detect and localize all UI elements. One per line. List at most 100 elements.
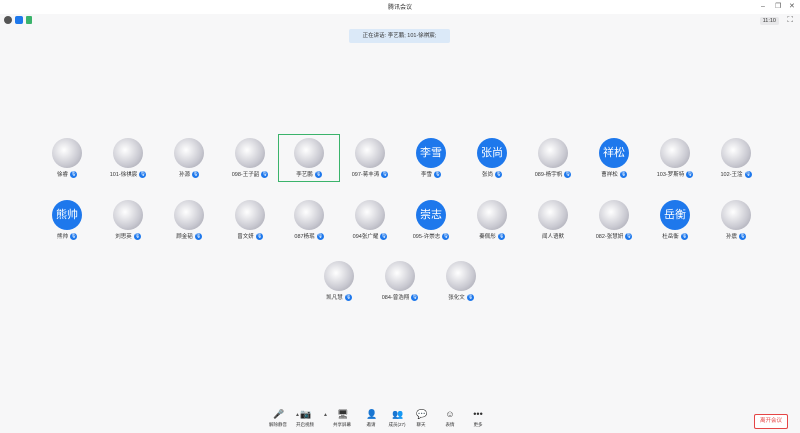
- participant-tile[interactable]: 089-杨宇帆 🎙: [523, 135, 583, 181]
- mic-icon: 🎙: [497, 232, 505, 240]
- chat-icon: 💬: [416, 409, 428, 419]
- mic-icon: 🎙: [133, 232, 141, 240]
- mic-icon: 🎙: [381, 170, 389, 178]
- avatar: [660, 138, 690, 168]
- mic-icon: 🎙: [625, 232, 633, 240]
- avatar: [355, 138, 385, 168]
- participant-name: 秦佩彤: [479, 234, 496, 240]
- participant-tile[interactable]: 082-张慧妍 🎙: [584, 197, 644, 243]
- toolbar-label: 表情: [445, 422, 455, 427]
- participant-name: 孙源: [178, 172, 190, 178]
- toolbar-label: 聊天: [416, 422, 426, 427]
- unmute-button[interactable]: 🎤 解除静音: [263, 410, 293, 428]
- avatar: [52, 138, 82, 168]
- avatar: 张尚: [477, 138, 507, 168]
- participant-name: 凯凡慧: [326, 295, 343, 301]
- mic-icon: 🎙: [680, 232, 688, 240]
- mic-icon: 🎙: [380, 232, 388, 240]
- participant-name: 李艺鹏: [296, 172, 313, 178]
- mic-icon: 🎙: [192, 170, 199, 178]
- invite-icon: 👤: [366, 409, 378, 419]
- avatar: [385, 261, 415, 291]
- mic-icon: 🎙: [495, 170, 502, 178]
- avatar: [721, 200, 751, 230]
- participant-tile[interactable]: 祥松 曹祥松 🎙: [584, 135, 644, 181]
- participant-tile[interactable]: 李雪 李雪 🎙: [401, 135, 461, 181]
- participant-tile[interactable]: 凯凡慧 🎙: [309, 258, 369, 304]
- share-screen-button[interactable]: 🖥 共享屏幕: [327, 410, 357, 428]
- chat-button[interactable]: 💬 聊天: [406, 410, 436, 428]
- unmute-icon: 🎤: [273, 409, 285, 419]
- leave-meeting-button[interactable]: 离开会议: [754, 414, 788, 429]
- participant-name: 098-王子韶: [231, 172, 260, 178]
- more-button[interactable]: ••• 更多: [463, 410, 493, 428]
- participant-name: 102-王淦: [720, 172, 743, 178]
- toolbar-label: 更多: [473, 422, 483, 427]
- participant-tile[interactable]: 熊帅 熊帅 🎙: [37, 197, 97, 243]
- avatar: 崇志: [416, 200, 446, 230]
- participant-name: 084-曾浩翔: [381, 295, 410, 301]
- mic-icon: 🎙: [70, 170, 77, 178]
- mic-icon: 🎙: [70, 232, 77, 240]
- mic-icon: 🎙: [564, 170, 572, 178]
- participant-name: 089-杨宇帆: [534, 172, 563, 178]
- participant-tile[interactable]: 097-蒋丰涛 🎙: [340, 135, 400, 181]
- avatar: 李雪: [416, 138, 446, 168]
- participant-grid: 徐睿 🎙 101-徐祺宸 🎙 孙源 🎙 098-王子韶 🎙 李艺鹏 🎙 097-蒋丰涛 🎙 李雪 李雪 🎙 张…: [0, 0, 800, 433]
- participant-tile[interactable]: 崇志 095-许崇志 🎙: [401, 197, 461, 243]
- mic-icon: 🎙: [316, 232, 324, 240]
- participant-tile[interactable]: 084-曾浩翔 🎙: [370, 258, 430, 304]
- reactions-button[interactable]: ☺ 表情: [435, 410, 465, 428]
- participant-name: 曾文妍: [237, 234, 254, 240]
- share-screen-icon: 🖥: [337, 409, 349, 419]
- audio-options-caret[interactable]: ▲: [295, 412, 300, 418]
- mic-icon: 🎙: [744, 170, 752, 178]
- avatar: [294, 138, 324, 168]
- participant-name: 刘思英: [115, 234, 132, 240]
- avatar: [324, 261, 354, 291]
- participant-tile[interactable]: 094张广耀 🎙: [340, 197, 400, 243]
- participant-tile[interactable]: 087杨珉 🎙: [279, 197, 339, 243]
- participant-name: 103-罗斯特: [656, 172, 685, 178]
- participant-tile[interactable]: 102-王淦 🎙: [706, 135, 766, 181]
- participant-tile[interactable]: 闻人语默: [523, 197, 583, 243]
- participant-tile[interactable]: 张化文 🎙: [431, 258, 491, 304]
- participant-tile[interactable]: 孙震 🎙: [706, 197, 766, 243]
- mic-icon: 🎙: [466, 293, 474, 301]
- participant-tile[interactable]: 103-罗斯特 🎙: [645, 135, 705, 181]
- participant-name: 熊帅: [56, 234, 68, 240]
- participant-tile[interactable]: 顾金韬 🎙: [159, 197, 219, 243]
- reactions-icon: ☺: [445, 409, 455, 419]
- participant-tile[interactable]: 孙源 🎙: [159, 135, 219, 181]
- participant-tile[interactable]: 李艺鹏 🎙: [278, 134, 340, 182]
- participant-tile[interactable]: 徐睿 🎙: [37, 135, 97, 181]
- participant-name: 孙震: [725, 234, 737, 240]
- avatar: 岳衡: [660, 200, 690, 230]
- toolbar-label: 开启视频: [296, 422, 314, 427]
- avatar: [446, 261, 476, 291]
- avatar: [235, 200, 265, 230]
- toolbar-label: 共享屏幕: [333, 422, 351, 427]
- participant-tile[interactable]: 刘思英 🎙: [98, 197, 158, 243]
- mic-icon: 🎙: [194, 232, 202, 240]
- participant-name: 张尚: [481, 172, 493, 178]
- toolbar-label: 解除静音: [269, 422, 287, 427]
- participant-tile[interactable]: 曾文妍 🎙: [220, 197, 280, 243]
- participant-tile[interactable]: 秦佩彤 🎙: [462, 197, 522, 243]
- mic-icon: 🎙: [434, 170, 441, 178]
- participant-tile[interactable]: 101-徐祺宸 🎙: [98, 135, 158, 181]
- avatar: [294, 200, 324, 230]
- participant-name: 095-许崇志: [412, 234, 441, 240]
- avatar: [113, 138, 143, 168]
- mic-icon: 🎙: [442, 232, 450, 240]
- avatar: [721, 138, 751, 168]
- participant-name: 闻人语默: [541, 234, 564, 240]
- participant-name: 082-张慧妍: [595, 234, 624, 240]
- mic-icon: 🎙: [344, 293, 352, 301]
- participant-tile[interactable]: 098-王子韶 🎙: [220, 135, 280, 181]
- participant-tile[interactable]: 张尚 张尚 🎙: [462, 135, 522, 181]
- avatar: 熊帅: [52, 200, 82, 230]
- video-options-caret[interactable]: ▲: [323, 412, 328, 418]
- participant-tile[interactable]: 岳衡 杜岳衡 🎙: [645, 197, 705, 243]
- mic-icon: 🎙: [739, 232, 746, 240]
